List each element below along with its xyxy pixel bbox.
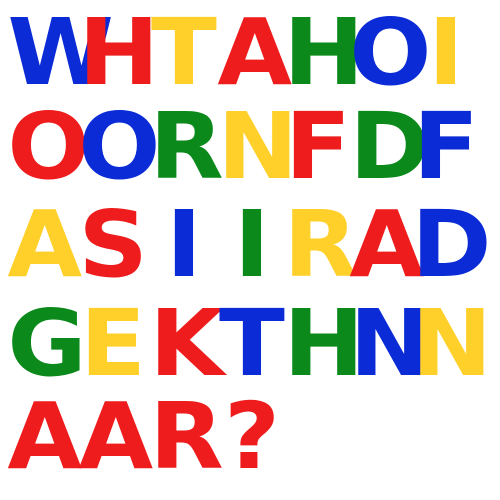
- letter-r0-c0: W: [7, 0, 114, 106]
- letter-r1-c4: F: [284, 93, 351, 200]
- letter-r0-c5: O: [349, 0, 432, 106]
- letter-r1-c1: O: [78, 93, 161, 200]
- letter-r0-c3: A: [217, 0, 293, 106]
- letter-r4-c1: A: [78, 383, 154, 490]
- letter-r3-c2: K: [149, 290, 225, 397]
- letter-r2-c3: I: [234, 191, 270, 298]
- letter-r2-c2: I: [166, 191, 202, 298]
- letter-r1-c5: D: [349, 93, 430, 200]
- letter-r0-c6: I: [428, 0, 464, 106]
- letter-r0-c4: H: [283, 0, 365, 106]
- letter-r1-c0: O: [7, 93, 90, 200]
- letter-r2-c6: D: [411, 191, 492, 298]
- letter-r3-c0: G: [7, 290, 87, 397]
- letter-r3-c6: N: [411, 290, 493, 397]
- letter-r1-c6: F: [412, 93, 479, 200]
- letter-r4-c3: ?: [223, 383, 281, 490]
- letter-puzzle-grid: W H T A H O I O O R N F D F A S I I R A D G E K T H N N A A R?: [0, 0, 500, 500]
- letter-r0-c1: H: [78, 0, 160, 106]
- letter-r1-c2: R: [149, 93, 224, 200]
- letter-r2-c0: A: [7, 191, 83, 298]
- letter-r4-c2: R: [149, 383, 224, 490]
- letter-r2-c1: S: [78, 191, 148, 298]
- letter-r3-c1: E: [79, 290, 146, 397]
- letter-r3-c3: T: [219, 290, 285, 397]
- letter-r2-c5: A: [349, 191, 425, 298]
- letter-r4-c0: A: [7, 383, 83, 490]
- letter-r3-c5: N: [349, 290, 431, 397]
- letter-r1-c3: N: [217, 93, 299, 200]
- letter-r0-c2: T: [151, 0, 217, 106]
- letter-r3-c4: H: [283, 290, 365, 397]
- letter-r2-c4: R: [283, 191, 358, 298]
